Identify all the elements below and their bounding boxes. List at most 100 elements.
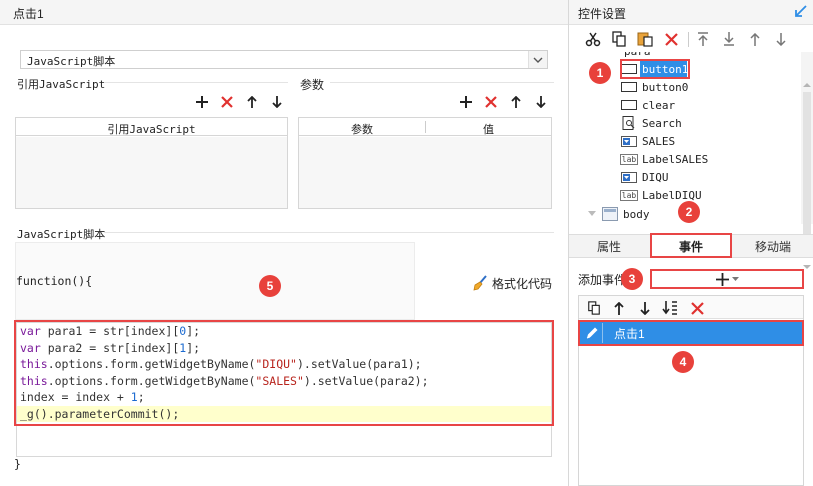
ref-js-column-header: 引用JavaScript (107, 123, 196, 136)
copy-icon (588, 301, 600, 315)
close-icon (485, 96, 497, 108)
annotation-badge-3: 3 (621, 268, 643, 290)
tree-item-labelsales[interactable]: lab LabelSALES (619, 150, 709, 168)
params-column-param: 参数 (351, 124, 373, 136)
tree-item-label: button0 (642, 80, 689, 94)
tree-scrollbar[interactable] (801, 52, 813, 269)
move-up-event-button[interactable] (610, 299, 628, 317)
arrow-down-icon (536, 96, 546, 108)
ref-js-table: 引用JavaScript (15, 117, 288, 209)
add-event-dropdown[interactable] (650, 269, 804, 289)
copy-icon (612, 31, 626, 47)
move-bottom-event-button[interactable] (661, 299, 679, 317)
toolbar-separator (688, 32, 689, 47)
closing-brace: } (14, 457, 21, 471)
widget-settings-title: 控件设置 (578, 7, 627, 21)
script-section-title: JavaScript脚本 (17, 228, 106, 241)
params-column-value: 值 (483, 124, 494, 136)
scroll-up-arrow-icon[interactable] (801, 80, 813, 90)
collapse-arrow-icon (795, 5, 807, 17)
annotation-badge-1: 1 (589, 62, 611, 84)
tree-item-label: clear (642, 98, 676, 112)
plus-icon (715, 272, 729, 286)
collapse-panel-button[interactable] (794, 5, 808, 19)
form-icon (602, 207, 618, 221)
tree-item-button0[interactable]: button0 (620, 78, 688, 96)
combo-icon (620, 135, 638, 147)
event-title: 点击1 (13, 7, 44, 21)
tree-item-sales[interactable]: SALES (620, 132, 675, 150)
copy-widget-button[interactable] (610, 30, 628, 48)
move-bottom-icon (662, 301, 677, 315)
move-down-widget-button[interactable] (772, 30, 790, 48)
arrow-up-icon (614, 301, 624, 315)
scroll-thumb[interactable] (803, 92, 811, 242)
format-code-label: 格式化代码 (492, 276, 553, 291)
tree-item-body[interactable]: body (588, 205, 650, 223)
paste-widget-button[interactable] (636, 30, 654, 48)
annotation-badge-5: 5 (259, 275, 281, 297)
move-down-event-button[interactable] (636, 299, 654, 317)
tree-item-label: SALES (642, 134, 676, 148)
ref-js-title: 引用JavaScript (17, 78, 106, 91)
delete-param-button[interactable] (482, 93, 500, 111)
plus-icon (460, 96, 472, 108)
paste-icon (637, 32, 653, 47)
format-code-button[interactable]: 格式化代码 (472, 274, 552, 292)
tab-mobile[interactable]: 移动端 (733, 234, 813, 258)
params-table-header: 参数 值 (299, 118, 551, 136)
scissors-icon (585, 32, 601, 47)
close-icon (690, 301, 704, 315)
select-arrow-button[interactable] (528, 51, 547, 68)
move-bottom-icon (724, 32, 734, 46)
delete-ref-js-button[interactable] (218, 93, 236, 111)
params-divider (330, 82, 554, 83)
script-type-select[interactable]: JavaScript脚本 (20, 50, 548, 69)
add-param-button[interactable] (457, 93, 475, 111)
tree-item-clear[interactable]: clear (620, 96, 675, 114)
add-event-label: 添加事件 (578, 273, 627, 287)
arrow-up-icon (511, 96, 521, 108)
move-up-param-button[interactable] (507, 93, 525, 111)
button-icon (620, 81, 638, 93)
broom-icon (473, 275, 487, 291)
move-up-widget-button[interactable] (746, 30, 764, 48)
tree-item-label: Search (642, 116, 682, 130)
arrow-down-icon (640, 301, 650, 315)
delete-widget-button[interactable] (662, 30, 680, 48)
close-icon (221, 96, 233, 108)
script-section-divider (104, 232, 554, 233)
button-icon (620, 99, 638, 111)
cut-widget-button[interactable] (584, 30, 602, 48)
chevron-down-icon (533, 57, 543, 63)
tree-item-label: DIQU (642, 170, 669, 184)
move-down-param-button[interactable] (532, 93, 550, 111)
search-widget-icon (620, 116, 638, 130)
function-header: function(){ (16, 274, 93, 288)
move-top-widget-button[interactable] (694, 30, 712, 48)
tree-item-diqu[interactable]: DIQU (620, 168, 669, 186)
copy-event-button[interactable] (585, 299, 603, 317)
script-type-value: JavaScript脚本 (27, 55, 116, 68)
tab-events-highlight (650, 233, 732, 258)
expand-arrow-icon[interactable] (588, 210, 596, 218)
ref-js-divider (104, 82, 288, 83)
annotation-badge-2: 2 (678, 201, 700, 223)
event-item-highlight (578, 320, 804, 346)
tab-properties[interactable]: 属性 (569, 234, 649, 258)
close-icon (664, 32, 678, 46)
arrow-down-icon (272, 96, 282, 108)
move-up-ref-js-button[interactable] (243, 93, 261, 111)
move-down-ref-js-button[interactable] (268, 93, 286, 111)
move-bottom-widget-button[interactable] (720, 30, 738, 48)
ref-js-table-body (16, 137, 287, 208)
tree-item-search[interactable]: Search (620, 114, 682, 132)
label-icon: lab (619, 153, 639, 165)
delete-event-button[interactable] (688, 299, 706, 317)
move-top-icon (698, 32, 708, 46)
params-table: 参数 值 (298, 117, 552, 209)
combo-icon (620, 171, 638, 183)
label-icon: lab (619, 189, 639, 201)
add-ref-js-button[interactable] (193, 93, 211, 111)
tree-item-label: LabelSALES (642, 152, 709, 166)
